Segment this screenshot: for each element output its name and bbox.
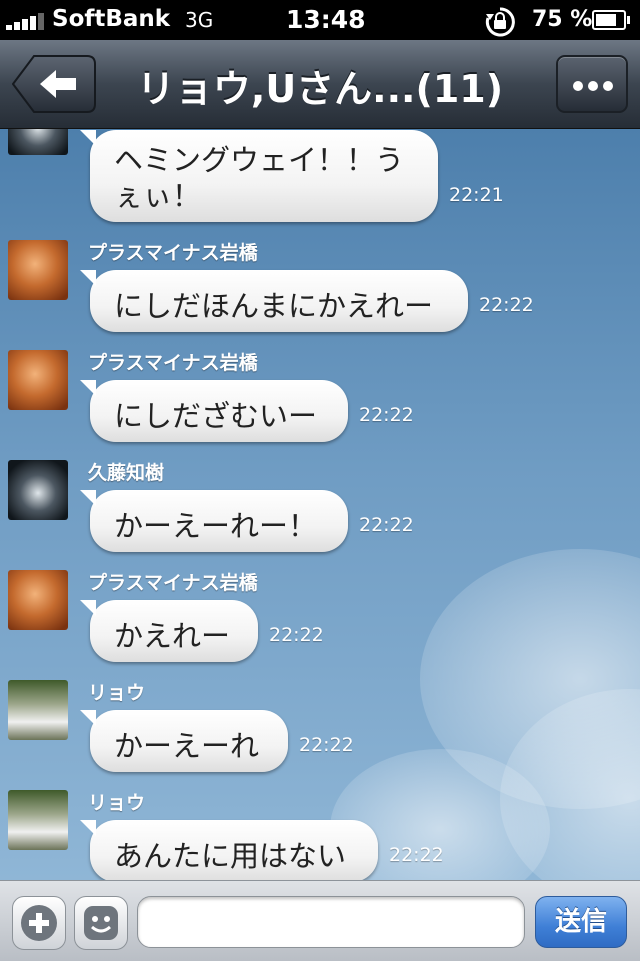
back-button[interactable] [11,55,96,113]
avatar[interactable] [8,570,68,630]
back-arrow-icon [11,55,96,113]
smiley-icon [84,906,118,940]
clock: 13:48 [286,5,366,34]
message-time: 22:22 [269,624,324,646]
sender-name: プラスマイナス岩橋 [88,242,258,264]
message-text: にしだざむいー [114,399,318,433]
sender-name: プラスマイナス岩橋 [88,352,258,374]
sender-name: 久藤知樹 [88,462,165,484]
message-text: かーえーれ [114,729,260,763]
avatar[interactable] [8,460,68,520]
avatar[interactable] [8,240,68,300]
message-bubble[interactable]: あんたに用はない [80,820,378,880]
message-time: 22:22 [359,514,414,536]
message-bubble[interactable]: かえれー [80,600,258,662]
more-icon [573,81,583,91]
chat-area[interactable]: ヘミングウェイ！！うぇぃ！ 22:21 プラスマイナス岩橋 にしだほんまにかえれ… [0,129,640,880]
more-button[interactable] [556,55,628,113]
message-time: 22:22 [359,404,414,426]
avatar[interactable] [8,790,68,850]
send-button[interactable]: 送信 [535,896,627,948]
message-time: 22:22 [479,294,534,316]
sticker-button[interactable] [74,896,128,950]
message-time: 22:21 [449,184,504,206]
network-type: 3G [185,8,214,32]
message-input[interactable] [137,896,525,948]
navigation-bar: リョウ,Uさん...(11) [0,40,640,129]
message-bubble[interactable]: にしだざむいー [80,380,348,442]
rotation-lock-icon [484,6,516,38]
add-button[interactable] [12,896,66,950]
message-time: 22:22 [299,734,354,756]
plus-icon [21,905,57,941]
battery-percentage: 75 % [532,7,593,32]
avatar[interactable] [8,680,68,740]
chat-title: リョウ,Uさん...(11) [136,67,504,111]
sender-name: プラスマイナス岩橋 [88,572,258,594]
sender-name: リョウ [88,792,146,814]
avatar[interactable] [8,129,68,155]
message-text: ヘミングウェイ！！うぇぃ！ [114,143,405,213]
message-bubble[interactable]: かーえーれ [80,710,288,772]
avatar[interactable] [8,350,68,410]
message-bubble[interactable]: にしだほんまにかえれー [80,270,468,332]
message-text: にしだほんまにかえれー [114,289,434,323]
message-bubble[interactable]: ヘミングウェイ！！うぇぃ！ [80,130,438,222]
carrier-name: SoftBank [52,6,171,32]
sender-name: リョウ [88,682,146,704]
battery-icon [592,10,630,30]
message-text: あんたに用はない [114,839,347,873]
status-bar: SoftBank 3G 13:48 75 % [0,0,640,40]
signal-icon [6,12,46,30]
input-bar: 送信 [0,880,640,961]
message-time: 22:22 [389,844,444,866]
message-text: かーえーれー！ [114,509,318,543]
message-bubble[interactable]: かーえーれー！ [80,490,348,552]
message-text: かえれー [114,619,231,653]
